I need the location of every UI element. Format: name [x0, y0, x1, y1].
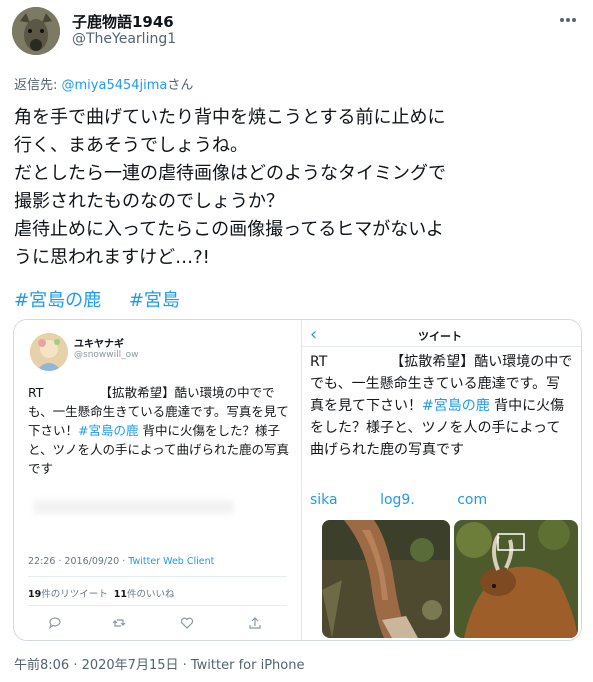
embedded-action-bar [48, 615, 278, 631]
embedded-hashtag: #宮島の鹿 [422, 398, 490, 414]
deer-back-photo [322, 520, 450, 638]
embedded-screenshot-right[interactable]: ‹ ツイート RT 【拡散希望】酷い環境の中ででも、一生懸命生きている鹿達です。… [302, 320, 581, 640]
like-icon [180, 615, 194, 629]
tweet-timestamp[interactable]: 午前8:06 · 2020年7月15日 · Twitter for iPhone [14, 654, 304, 673]
embedded-tweet-text: RT 【拡散希望】酷い環境の中ででも、一生懸命生きている鹿達です。写真を見て下さ… [28, 385, 290, 476]
hashtag-link[interactable]: #宮島の鹿 [14, 290, 101, 311]
more-options-icon[interactable] [556, 12, 580, 26]
divider [28, 605, 287, 606]
reply-icon [48, 615, 62, 629]
embedded-counts: 19件のリツイート 11件のいいね [28, 589, 175, 600]
divider [302, 346, 581, 347]
author-handle[interactable]: @TheYearling1 [72, 31, 176, 47]
retweet-icon [112, 615, 126, 629]
embedded-hashtag: #宮島の鹿 [78, 423, 139, 438]
embedded-screenshot-left[interactable]: ユキヤナギ @snowwill_ow RT 【拡散希望】酷い環境の中ででも、一生… [14, 320, 302, 640]
tweet-body: 角を手で曲げていたり背中を焼こうとする前に止めに 行く、まあそうでしょうね。 だ… [14, 107, 446, 268]
back-chevron-icon: ‹ [310, 324, 318, 345]
share-icon [248, 615, 262, 629]
hashtag-link[interactable]: #宮島 [129, 290, 180, 311]
tweet-media[interactable]: ユキヤナギ @snowwill_ow RT 【拡散希望】酷い環境の中ででも、一生… [13, 319, 582, 641]
embedded-handle: @snowwill_ow [74, 350, 139, 360]
embedded-meta: 22:26 · 2016/09/20 · Twitter Web Client [28, 556, 215, 567]
divider [28, 576, 287, 577]
reply-to-link[interactable]: @miya5454jima [62, 78, 168, 93]
hashtag-row: #宮島の鹿 #宮島 [14, 286, 202, 312]
embedded-avatar [30, 333, 68, 371]
reply-suffix: さん [167, 78, 194, 93]
embedded-tweet-text: RT 【拡散希望】酷い環境の中ででも、一生懸命生きている鹿達です。写真を見て下さ… [310, 354, 573, 458]
embedded-link: sika log9. com [310, 492, 488, 508]
author-avatar[interactable] [12, 7, 60, 55]
embedded-name: ユキヤナギ [74, 339, 124, 350]
embedded-page-title: ツイート [418, 330, 462, 343]
reply-prefix: 返信先: [14, 78, 62, 93]
blurred-link [34, 500, 234, 514]
author-display-name[interactable]: 子鹿物語1946 [72, 11, 174, 32]
deer-horn-photo [454, 520, 578, 638]
reply-context: 返信先: @miya5454jimaさん [14, 74, 193, 93]
